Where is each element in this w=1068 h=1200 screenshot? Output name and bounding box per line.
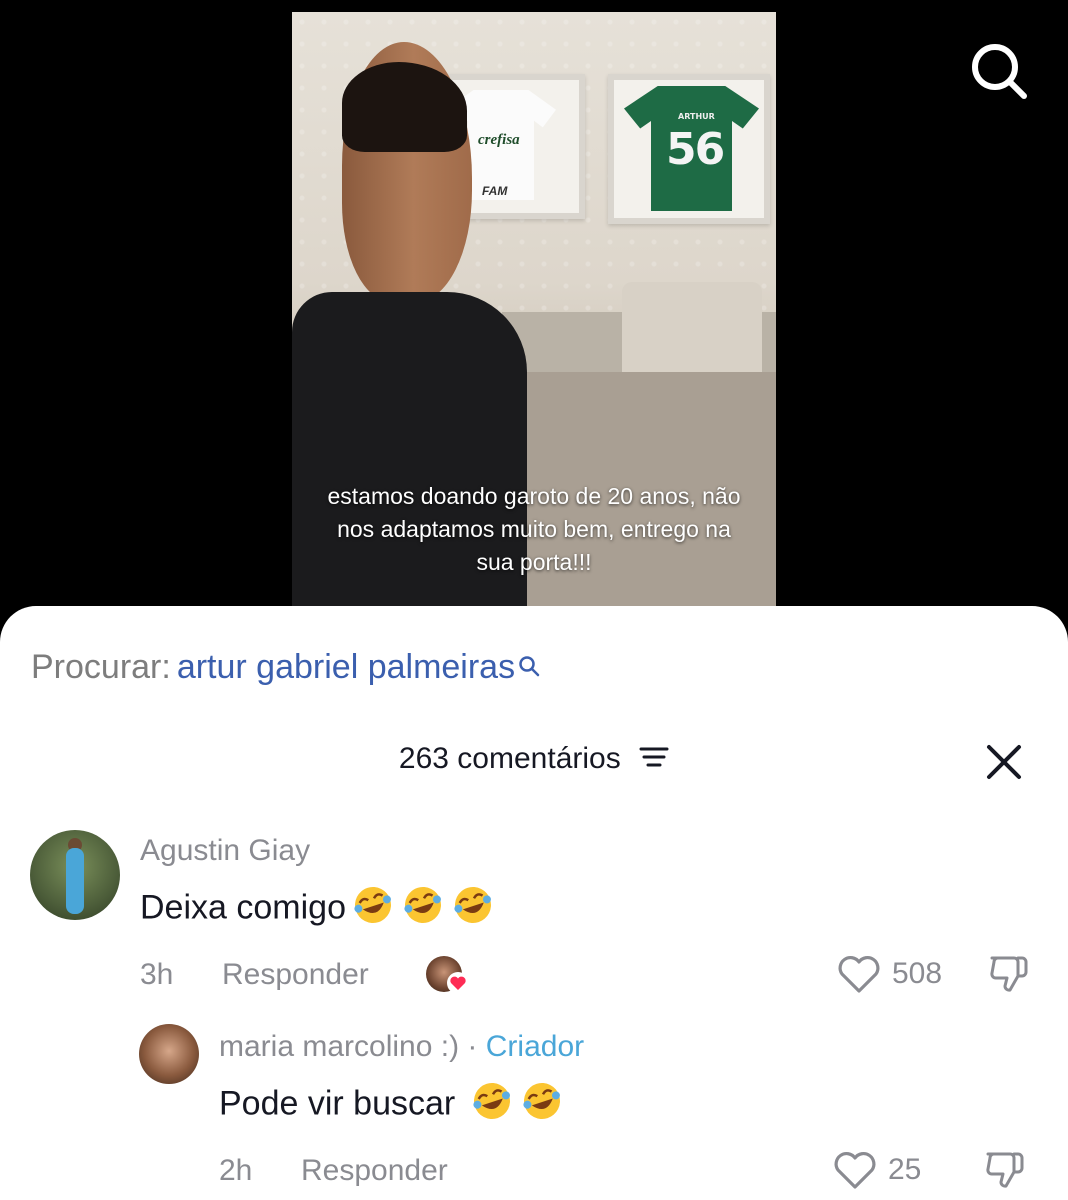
video-caption: estamos doando garoto de 20 anos, não no…: [327, 483, 741, 575]
jersey-sponsor-text: crefisa: [478, 132, 520, 148]
reply-text: Pode vir buscar: [219, 1080, 565, 1131]
close-icon: [987, 745, 1021, 779]
reply-text-content: Pode vir buscar: [219, 1084, 456, 1123]
video-area[interactable]: crefisa FAM ARTHUR 56 estamos doando gar…: [0, 0, 1068, 640]
jersey-sponsor-2-text: FAM: [482, 184, 508, 198]
comments-count-title: 263 comentários: [398, 742, 621, 775]
like-button[interactable]: 508: [836, 954, 942, 994]
person-head: [342, 42, 472, 302]
reply-time: 2h: [219, 1154, 253, 1187]
comment-username[interactable]: Agustin Giay: [140, 834, 310, 868]
like-count: 508: [892, 957, 943, 990]
comment-time: 3h: [140, 958, 174, 991]
dislike-button[interactable]: [986, 952, 1030, 1001]
rolling-laughing-emoji: [519, 1080, 565, 1131]
rolling-laughing-emoji: [450, 884, 496, 935]
search-prefix: Procurar:: [31, 648, 171, 686]
comments-header: 263 comentários: [0, 742, 1068, 777]
reply-reply-button[interactable]: Responder: [301, 1154, 448, 1188]
search-icon: [972, 44, 1027, 99]
person-hair: [342, 62, 467, 152]
comment-text-content: Deixa comigo: [140, 888, 346, 927]
reply-button[interactable]: Responder: [222, 958, 369, 992]
comments-sheet: Procurar: artur gabriel palmeiras 263 com…: [0, 606, 1068, 1200]
filter-lines-icon: [639, 747, 669, 767]
reply-like-count: 25: [888, 1153, 922, 1186]
sort-filter-button[interactable]: [639, 743, 669, 777]
jersey-number-text: 56: [666, 124, 725, 175]
search-suggestion[interactable]: Procurar: artur gabriel palmeiras: [31, 648, 541, 687]
rolling-laughing-emoji: [469, 1080, 515, 1131]
creator-badge: Criador: [485, 1030, 585, 1063]
close-comments-button[interactable]: [984, 742, 1024, 782]
thumbs-down-icon: [986, 1152, 1024, 1188]
rolling-laughing-emoji: [350, 884, 396, 935]
search-button[interactable]: [966, 38, 1032, 104]
comment-text: Deixa comigo: [140, 884, 496, 935]
framed-green-jersey: ARTHUR 56: [608, 74, 770, 224]
liked-by-creator-badge: [426, 956, 470, 996]
heart-outline-icon: [834, 1152, 876, 1189]
reply-username-text: maria marcolino :): [219, 1030, 460, 1063]
separator-dot: ·: [467, 1030, 478, 1063]
jersey-name-text: ARTHUR: [678, 112, 715, 121]
avatar-figure: [66, 848, 84, 914]
reply-username[interactable]: maria marcolino :) · Criador: [219, 1030, 584, 1064]
heart-badge-icon: [447, 972, 469, 994]
small-search-icon: [517, 648, 541, 687]
reply-like-button[interactable]: 25: [832, 1150, 921, 1190]
rolling-laughing-emoji: [400, 884, 446, 935]
video-frame[interactable]: crefisa FAM ARTHUR 56 estamos doando gar…: [292, 12, 776, 612]
search-term-link[interactable]: artur gabriel palmeiras: [177, 648, 515, 686]
heart-outline-icon: [838, 956, 880, 993]
avatar-agustin[interactable]: [30, 830, 120, 920]
thumbs-down-icon: [990, 956, 1028, 992]
avatar-maria[interactable]: [139, 1024, 199, 1084]
reply-dislike-button[interactable]: [982, 1148, 1026, 1197]
